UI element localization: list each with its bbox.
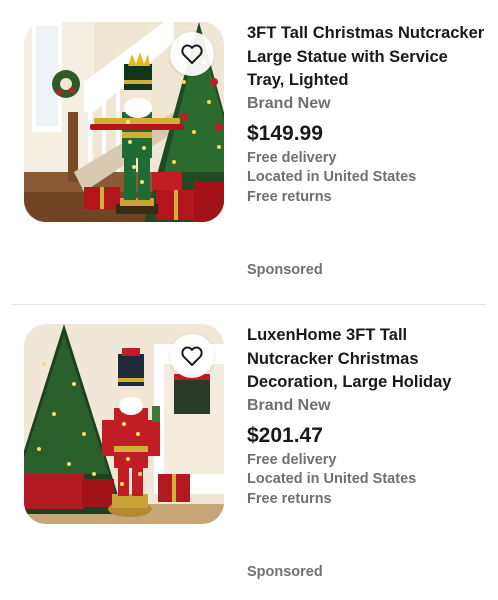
shipping-info: Free delivery: [247, 149, 337, 166]
heart-icon: [181, 346, 203, 366]
sponsored-label: Sponsored: [247, 564, 323, 580]
listing-condition: Brand New: [247, 396, 331, 414]
listing-price: $201.47: [247, 423, 323, 447]
product-image[interactable]: [24, 22, 224, 222]
sponsored-label: Sponsored: [247, 262, 323, 278]
returns-info: Free returns: [247, 490, 332, 507]
listing-card[interactable]: LuxenHome 3FT Tall Nutcracker Christmas …: [0, 303, 498, 600]
listing-title[interactable]: 3FT Tall Christmas Nutcracker Large Stat…: [247, 22, 487, 93]
add-to-watchlist-button[interactable]: [170, 334, 214, 378]
add-to-watchlist-button[interactable]: [170, 32, 214, 76]
returns-info: Free returns: [247, 188, 332, 205]
listing-price: $149.99: [247, 121, 323, 145]
listing-title[interactable]: LuxenHome 3FT Tall Nutcracker Christmas …: [247, 324, 487, 395]
listing-card[interactable]: 3FT Tall Christmas Nutcracker Large Stat…: [0, 0, 498, 303]
listing-condition: Brand New: [247, 94, 331, 112]
listing-info: 3FT Tall Christmas Nutcracker Large Stat…: [247, 22, 487, 207]
heart-icon: [181, 44, 203, 64]
item-location: Located in United States: [247, 169, 417, 185]
shipping-info: Free delivery: [247, 451, 337, 468]
product-image[interactable]: [24, 324, 224, 524]
item-location: Located in United States: [247, 471, 417, 487]
listing-info: LuxenHome 3FT Tall Nutcracker Christmas …: [247, 324, 487, 509]
